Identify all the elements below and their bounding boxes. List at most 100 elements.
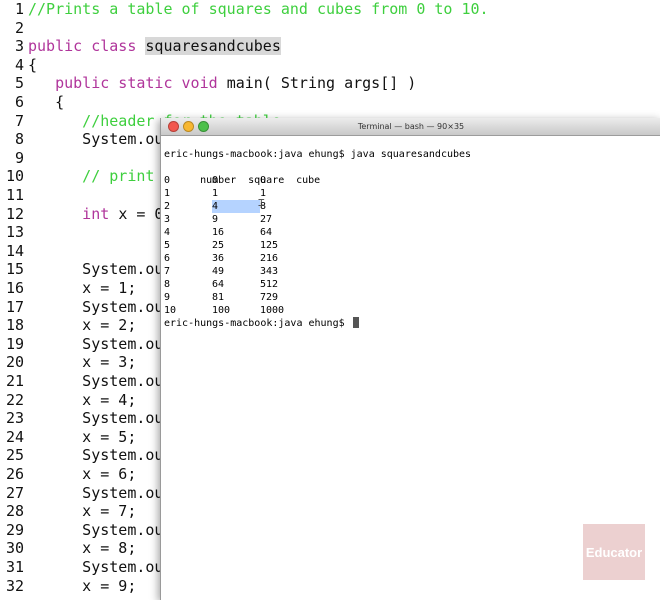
code-line[interactable]: 31 System.out — [0, 558, 173, 576]
code-token: System.out — [28, 130, 173, 149]
cell-cube: 729 — [260, 292, 279, 303]
code-line[interactable]: 30 x = 8; — [0, 539, 136, 557]
code-line[interactable]: 22 x = 4; — [0, 391, 136, 409]
terminal-prompt-line[interactable]: eric-hungs-macbook:java ehung$ — [164, 317, 654, 330]
code-line[interactable]: 12 int x = 0; — [0, 205, 173, 223]
cell-number: 2 — [164, 201, 171, 212]
terminal-title: Terminal — bash — 90×35 — [357, 122, 465, 131]
cell-cube: 343 — [260, 266, 279, 277]
close-window-icon[interactable] — [168, 121, 179, 132]
code-line[interactable]: 28 x = 7; — [0, 502, 136, 520]
cell-square: 25 — [212, 240, 225, 251]
code-text: { — [28, 56, 37, 74]
code-line[interactable]: 21 System.out — [0, 372, 173, 390]
code-text: public class squaresandcubes — [28, 37, 281, 56]
cell-number: 1 — [164, 188, 171, 199]
code-text: System.out — [28, 446, 172, 464]
code-line[interactable]: 8 System.out — [0, 130, 173, 148]
code-line[interactable]: 16 x = 1; — [0, 279, 136, 297]
line-number: 18 — [5, 316, 24, 335]
line-number: 29 — [5, 520, 24, 539]
code-token: System.out — [28, 520, 173, 539]
code-line[interactable]: 23 System.out — [0, 409, 173, 427]
code-token: public class — [28, 37, 146, 56]
code-text: System.out — [28, 335, 172, 353]
code-token: x = 8; — [28, 539, 137, 558]
minimize-window-icon[interactable] — [183, 121, 194, 132]
cell-number: 7 — [164, 266, 171, 277]
line-number: 12 — [5, 204, 24, 223]
code-line[interactable]: 29 System.out — [0, 521, 173, 539]
cell-cube: 216 — [260, 253, 279, 264]
code-line[interactable]: 18 x = 2; — [0, 316, 136, 334]
code-token: int — [28, 204, 119, 223]
cell-square: 9 — [212, 214, 219, 225]
code-line[interactable]: 4{ — [0, 56, 37, 74]
terminal-titlebar[interactable]: Terminal — bash — 90×35 — [161, 118, 660, 136]
line-number: 23 — [5, 409, 24, 428]
code-token: public static void — [28, 74, 227, 93]
code-text: x = 3; — [28, 353, 136, 371]
line-number: 27 — [5, 483, 24, 502]
terminal-cursor — [352, 317, 359, 328]
code-line[interactable]: 11 — [0, 186, 28, 204]
code-token: squaresandcubes — [145, 37, 281, 56]
line-number: 2 — [14, 18, 24, 37]
code-line[interactable]: 14 — [0, 242, 28, 260]
cell-square: 0 — [212, 175, 219, 186]
code-line[interactable]: 15 System.out — [0, 260, 173, 278]
line-number: 4 — [14, 55, 24, 74]
cell-square: 36 — [212, 253, 225, 264]
code-token: //Prints a table of squares and cubes fr… — [28, 0, 489, 18]
code-text: x = 5; — [28, 428, 136, 446]
code-line[interactable]: 3 public class squaresandcubes — [0, 37, 281, 56]
ibeam-cursor-icon: ⌶ — [258, 196, 265, 209]
line-number: 24 — [5, 427, 24, 446]
code-line[interactable]: 17 System.out — [0, 298, 173, 316]
code-line[interactable]: 20 x = 3; — [0, 353, 136, 371]
code-token: args[] ) — [335, 74, 417, 93]
code-line[interactable]: 32 x = 9; — [0, 577, 136, 595]
cell-number: 10 — [164, 305, 177, 316]
code-line[interactable]: 5 public static void main( String args[]… — [0, 74, 416, 92]
cell-cube: 64 — [260, 227, 273, 238]
terminal-table-row: 6 36 216 — [164, 252, 654, 265]
code-line[interactable]: 27 System.out — [0, 484, 173, 502]
line-number: 9 — [14, 148, 24, 167]
code-token: x = 6; — [28, 465, 137, 483]
code-text: System.out — [28, 372, 172, 390]
terminal-prompt: eric-hungs-macbook:java ehung$ — [164, 318, 351, 329]
cell-cube: 1000 — [260, 305, 285, 316]
line-number: 21 — [5, 372, 24, 390]
code-text: public static void main( String args[] ) — [28, 74, 416, 92]
line-number: 25 — [5, 446, 24, 465]
code-token: x = 3; — [28, 353, 137, 372]
code-text: // print x — [28, 167, 173, 186]
line-number: 11 — [5, 186, 24, 204]
terminal-table-row: 10 100 1000 — [164, 304, 654, 317]
line-number: 30 — [5, 539, 24, 558]
code-line[interactable]: 1//Prints a table of squares and cubes f… — [0, 0, 489, 18]
terminal-table-row: 7 49 343 — [164, 265, 654, 278]
maximize-window-icon[interactable] — [198, 121, 209, 132]
line-number: 5 — [14, 74, 24, 93]
code-token: // print x — [28, 167, 173, 186]
code-line[interactable]: 24 x = 5; — [0, 428, 136, 446]
code-line[interactable]: 25 System.out — [0, 446, 173, 464]
terminal-table-row: 8 64 512 — [164, 278, 654, 291]
code-line[interactable]: 6 { — [0, 93, 64, 111]
code-line[interactable]: 19 System.out — [0, 335, 173, 353]
code-line[interactable]: 10 // print x — [0, 167, 173, 185]
code-line[interactable]: 9 — [0, 149, 28, 167]
code-token: String — [280, 74, 336, 93]
line-number: 3 — [14, 37, 24, 56]
terminal-table-row: 1 1 1 — [164, 187, 654, 200]
cell-number: 3 — [164, 214, 171, 225]
code-token: x = 1; — [28, 279, 137, 297]
code-line[interactable]: 13 — [0, 223, 28, 241]
terminal-output[interactable]: eric-hungs-macbook:java ehung$ java squa… — [164, 148, 654, 330]
code-text: System.out — [28, 130, 173, 149]
line-number: 31 — [5, 558, 24, 576]
code-line[interactable]: 26 x = 6; — [0, 465, 136, 483]
code-line[interactable]: 2 — [0, 19, 28, 37]
